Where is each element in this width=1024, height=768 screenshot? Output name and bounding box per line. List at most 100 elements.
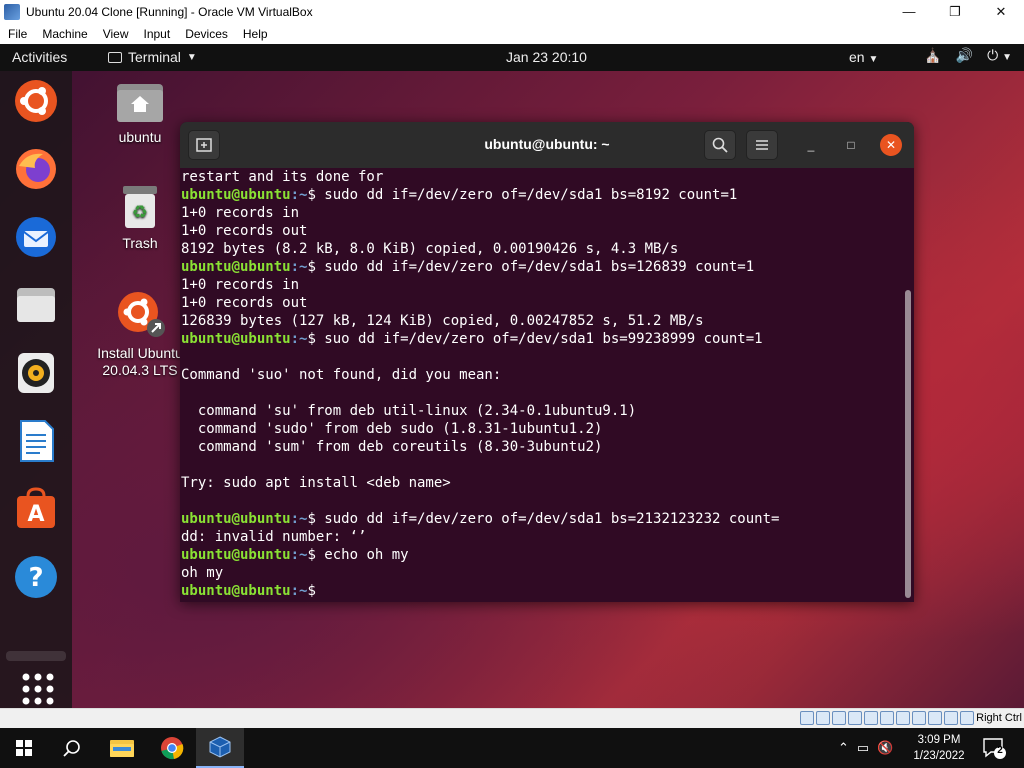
virtualbox-button[interactable] [196, 728, 244, 768]
terminal-command-line: ubuntu@ubuntu:~$ sudo dd if=/dev/zero of… [181, 510, 903, 528]
taskbar-date: 1/23/2022 [913, 750, 965, 762]
command-text: sudo dd if=/dev/zero of=/dev/sda1 bs=819… [324, 187, 738, 203]
window-title: Ubuntu 20.04 Clone [Running] - Oracle VM… [26, 4, 313, 19]
terminal-command-line: ubuntu@ubuntu:~$ sudo dd if=/dev/zero of… [181, 258, 903, 276]
vbox-titlebar: Ubuntu 20.04 Clone [Running] - Oracle VM… [0, 0, 1024, 23]
hard-disk-icon[interactable] [800, 711, 814, 725]
terminal-output[interactable]: restart and its done for ubuntu@ubuntu:~$… [180, 168, 904, 602]
terminal-output-line: command 'sum' from deb coreutils (8.30-3… [181, 439, 603, 455]
terminal-output-line: Command 'suo' not found, did you mean: [181, 367, 502, 383]
trash-icon: ♻ [123, 186, 157, 228]
terminal-window[interactable]: ubuntu@ubuntu: ~ _ □ ✕ restart and its d… [180, 122, 914, 602]
optical-drive-icon[interactable] [816, 711, 830, 725]
chrome-button[interactable] [148, 728, 196, 768]
notifications-button[interactable]: 2 [982, 736, 1006, 760]
search-button[interactable] [704, 130, 736, 160]
terminal-output-line: 1+0 records out [181, 223, 308, 239]
prompt-user: ubuntu@ubuntu [181, 583, 291, 599]
prompt-symbol: $ [307, 547, 325, 563]
file-explorer-button[interactable] [98, 728, 146, 768]
chevron-down-icon: ▼ [868, 54, 879, 65]
terminal-maximize-button[interactable]: □ [840, 134, 862, 156]
menu-input[interactable]: Input [136, 27, 178, 41]
libreoffice-writer-icon[interactable] [12, 417, 60, 465]
terminal-command-line: ubuntu@ubuntu:~$ [181, 582, 903, 600]
rhythmbox-icon[interactable] [12, 349, 60, 397]
menu-view[interactable]: View [95, 27, 136, 41]
menu-devices[interactable]: Devices [177, 27, 235, 41]
prompt-symbol: $ [307, 511, 325, 527]
ubuntu-top-bar: Activities Terminal ▼ Jan 23 20:10 en ▼ … [0, 44, 1024, 71]
speaker-muted-icon[interactable]: 🔇 [877, 740, 893, 756]
terminal-output-line: restart and its done for [181, 169, 384, 185]
activities-button[interactable]: Activities [12, 49, 67, 65]
terminal-output-line: 1+0 records out [181, 295, 308, 311]
taskbar-system-icons[interactable]: ⌃ ▭ 🔇 [838, 740, 893, 756]
home-folder-icon [117, 84, 163, 122]
usb-icon[interactable] [864, 711, 878, 725]
menu-machine[interactable]: Machine [34, 27, 94, 41]
svg-text:♻: ♻ [132, 202, 148, 223]
terminal-output-line: 1+0 records in [181, 205, 300, 221]
audio-icon[interactable] [832, 711, 846, 725]
language-indicator[interactable]: en ▼ [849, 49, 878, 65]
hamburger-menu-icon [756, 140, 768, 150]
prompt-symbol: $ [307, 331, 325, 347]
menu-help[interactable]: Help [235, 27, 275, 41]
terminal-close-button[interactable]: ✕ [880, 134, 902, 156]
desktop-icon-install-ubuntu[interactable]: Install Ubuntu 20.04.3 LTS [88, 288, 192, 379]
prompt-user: ubuntu@ubuntu [181, 511, 291, 527]
mouse-integration-icon[interactable] [944, 711, 958, 725]
keyboard-capture-icon[interactable] [960, 711, 974, 725]
prompt-symbol: $ [307, 259, 325, 275]
svg-text:?: ? [28, 563, 43, 593]
menu-file[interactable]: File [0, 27, 34, 41]
thunderbird-icon[interactable] [12, 213, 60, 261]
display-icon[interactable] [896, 711, 910, 725]
recording-icon[interactable] [912, 711, 926, 725]
network-icon[interactable]: ▭ [857, 740, 869, 756]
firefox-icon[interactable] [12, 145, 60, 193]
app-menu-label: Terminal [128, 49, 181, 65]
terminal-headerbar[interactable]: ubuntu@ubuntu: ~ _ □ ✕ [180, 122, 914, 168]
start-button[interactable] [0, 728, 48, 768]
close-button[interactable]: ✕ [978, 0, 1024, 23]
terminal-scrollbar[interactable] [905, 290, 911, 598]
vbox-device-icons [800, 711, 974, 725]
terminal-minimize-button[interactable]: _ [800, 134, 822, 156]
ubuntu-software-icon[interactable]: A [12, 485, 60, 533]
clock[interactable]: Jan 23 20:10 [506, 49, 587, 65]
prompt-user: ubuntu@ubuntu [181, 331, 291, 347]
chevron-up-icon[interactable]: ⌃ [838, 740, 849, 756]
hamburger-menu-button[interactable] [746, 130, 778, 160]
ubuntu-logo-icon[interactable] [12, 77, 60, 125]
volume-icon: 🔊 [955, 47, 974, 63]
shared-folders-icon[interactable] [880, 711, 894, 725]
minimize-button[interactable]: — [886, 0, 932, 23]
app-menu[interactable]: Terminal ▼ [108, 49, 197, 65]
desktop-icon-home[interactable]: ubuntu [108, 80, 172, 146]
command-text: suo dd if=/dev/zero of=/dev/sda1 bs=9923… [324, 331, 763, 347]
guest-screen[interactable]: Activities Terminal ▼ Jan 23 20:10 en ▼ … [0, 44, 1024, 708]
show-applications-icon[interactable] [14, 671, 62, 707]
terminal-command-line: ubuntu@ubuntu:~$ echo oh my [181, 546, 903, 564]
desktop-icon-trash[interactable]: ♻ Trash [108, 184, 172, 252]
files-icon[interactable] [12, 281, 60, 329]
search-button-taskbar[interactable] [48, 728, 96, 768]
power-icon: ⏻ ▼ [987, 47, 1012, 63]
vbox-menubar: File Machine View Input Devices Help [0, 23, 1024, 44]
help-icon[interactable]: ? [12, 553, 60, 601]
network-adapter-icon[interactable] [848, 711, 862, 725]
cpu-icon[interactable] [928, 711, 942, 725]
system-tray[interactable]: ⛪ 🔊 ⏻ ▼ [924, 47, 1012, 64]
host-key-label: Right Ctrl [976, 712, 1022, 724]
maximize-button[interactable]: ❐ [932, 0, 978, 23]
virtualbox-app-icon [4, 3, 20, 20]
terminal-command-line: ubuntu@ubuntu:~$ sudo dd if=/dev/zero of… [181, 186, 903, 204]
terminal-output-line: dd: invalid number: ‘’ [181, 529, 367, 545]
terminal-output-line: Try: sudo apt install <deb name> [181, 475, 451, 491]
taskbar-clock[interactable]: 3:09 PM 1/23/2022 [900, 732, 978, 764]
prompt-user: ubuntu@ubuntu [181, 187, 291, 203]
